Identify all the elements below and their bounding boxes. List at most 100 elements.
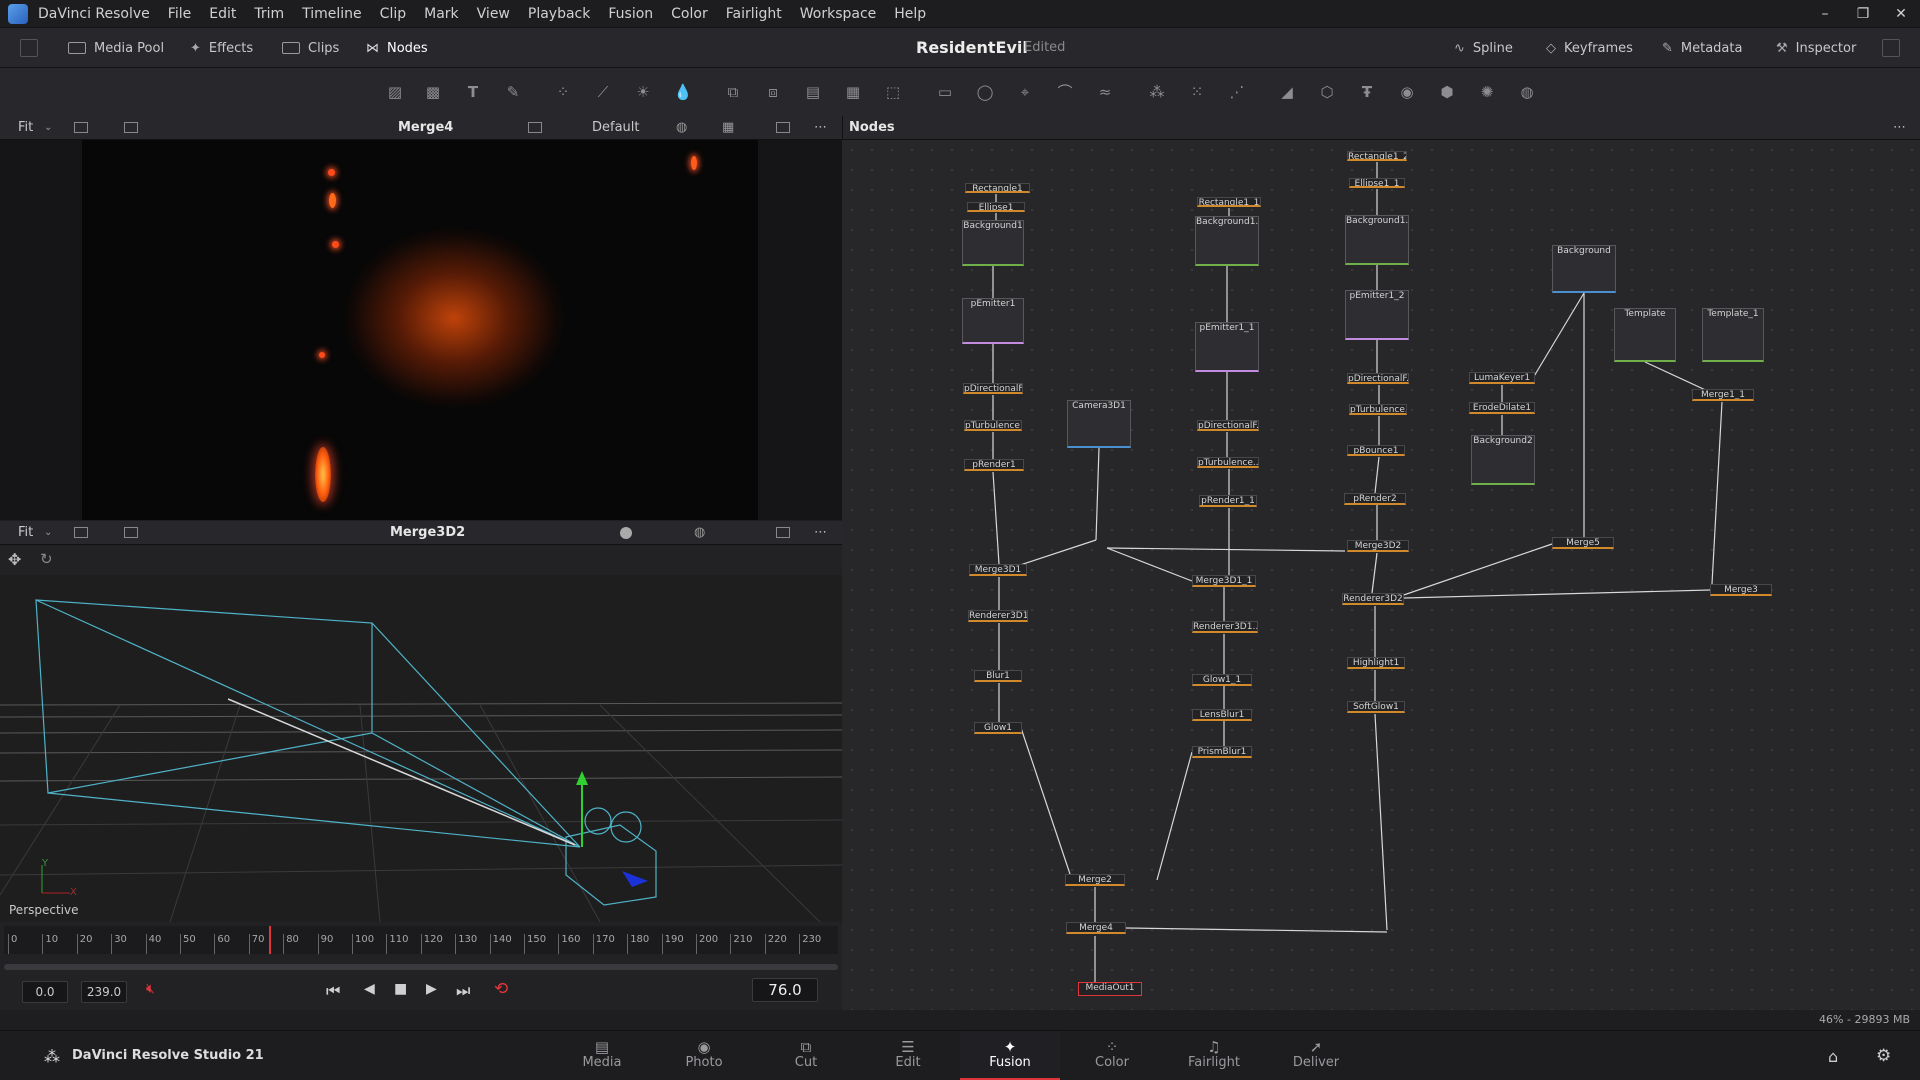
node-28[interactable]: pTurbulence... [1349, 404, 1407, 415]
node-30[interactable]: pRender2 [1344, 493, 1406, 505]
node-5[interactable]: pTurbulence1 [964, 420, 1022, 431]
viewer1-channel-icon[interactable] [74, 122, 88, 133]
node-38[interactable]: Background2 [1471, 435, 1535, 485]
light3d-tool-icon[interactable]: ✺ [1476, 82, 1498, 102]
brightness-tool-icon[interactable]: ☀ [632, 82, 654, 102]
node-6[interactable]: pRender1 [964, 459, 1024, 471]
timeline-scrollbar[interactable] [4, 964, 838, 970]
chevron-down-icon[interactable] [1882, 39, 1900, 57]
shape3d-tool-icon[interactable]: ◢ [1276, 82, 1298, 102]
node-15[interactable]: pDirectionalF... [1197, 420, 1259, 431]
polygon-mask-icon[interactable]: ⌖ [1014, 82, 1036, 102]
node-29[interactable]: pBounce1 [1347, 445, 1405, 456]
node-18[interactable]: Merge3D1_1 [1192, 575, 1256, 587]
node-41[interactable]: Template_1 [1702, 308, 1764, 362]
maximize-icon[interactable]: ❐ [1844, 0, 1882, 28]
close-icon[interactable]: ✕ [1882, 0, 1920, 28]
viewer2-lut-icon[interactable]: ◍ [694, 525, 705, 540]
node-26[interactable]: pEmitter1_2 [1345, 290, 1409, 340]
page-media[interactable]: ▤ Media [552, 1031, 652, 1080]
channel-tool-icon[interactable]: ▤ [802, 82, 824, 102]
viewer1-layout-icon[interactable] [124, 122, 138, 133]
metadata-button[interactable]: ✎ Metadata [1652, 28, 1752, 68]
nodes-button[interactable]: ⋈ Nodes [356, 28, 438, 68]
node-44[interactable]: Merge2 [1065, 874, 1125, 886]
menu-help[interactable]: Help [885, 0, 935, 28]
go-to-end-icon[interactable]: ⏭︎ [456, 981, 470, 1001]
menu-timeline[interactable]: Timeline [293, 0, 371, 28]
node-20[interactable]: Glow1_1 [1192, 674, 1252, 686]
chevron-down-icon[interactable]: ⌄ [44, 122, 52, 133]
play-reverse-icon[interactable]: ◀︎ [364, 981, 375, 997]
particles-tool-icon[interactable]: ⁘ [552, 82, 574, 102]
page-fusion[interactable]: ✦ Fusion [960, 1031, 1060, 1080]
page-edit[interactable]: ☰ Edit [858, 1031, 958, 1080]
page-cut[interactable]: ⧉ Cut [756, 1031, 856, 1080]
move-icon[interactable]: ✥ [8, 550, 21, 569]
node-2[interactable]: Background1 [962, 220, 1024, 266]
clips-button[interactable]: Clips [272, 28, 349, 68]
viewer2-channel-icon[interactable] [74, 527, 88, 538]
node-33[interactable]: Highlight1 [1347, 657, 1405, 669]
viewer1-area[interactable] [0, 140, 842, 520]
viewer1-roi-icon[interactable] [528, 122, 542, 133]
node-35[interactable]: Background [1552, 245, 1616, 293]
viewer2-layout-icon[interactable] [124, 527, 138, 538]
menu-playback[interactable]: Playback [519, 0, 599, 28]
node-42[interactable]: Merge1_1 [1692, 389, 1754, 401]
node-39[interactable]: Merge5 [1552, 537, 1614, 549]
bspline-mask-icon[interactable]: ⌒ [1054, 82, 1076, 102]
ellipse-mask-icon[interactable]: ◯ [974, 82, 996, 102]
viewer2-area[interactable]: Y X Perspective [0, 575, 842, 922]
panel-toggle-icon[interactable] [20, 39, 38, 57]
node-45[interactable]: Merge4 [1066, 922, 1126, 934]
node-25[interactable]: Background1... [1345, 215, 1409, 265]
menu-view[interactable]: View [468, 0, 519, 28]
menu-fairlight[interactable]: Fairlight [717, 0, 791, 28]
node-19[interactable]: Renderer3D1... [1192, 621, 1258, 633]
viewer2-aspect-icon[interactable] [776, 527, 790, 538]
page-photo[interactable]: ◉ Photo [654, 1031, 754, 1080]
resize-tool-icon[interactable]: ⬚ [882, 82, 904, 102]
paint-tool-icon[interactable]: ✎ [502, 82, 524, 102]
node-34[interactable]: SoftGlow1 [1347, 701, 1405, 713]
rotate-icon[interactable]: ↻ [40, 550, 53, 568]
node-1[interactable]: Ellipse1 [967, 202, 1025, 212]
camera3d-tool-icon[interactable]: ◉ [1396, 82, 1418, 102]
node-editor[interactable]: Rectangle1 Ellipse1 Background1 pEmitter1 pD… [842, 140, 1920, 1010]
node-40[interactable]: Template [1614, 308, 1676, 362]
viewer1-aspect-icon[interactable] [776, 122, 790, 133]
curves-tool-icon[interactable]: ⟋ [592, 82, 614, 102]
go-to-start-icon[interactable]: ⏮︎ [326, 981, 340, 1001]
time-ruler[interactable]: 0 10 20 30 40 50 60 70 80 90 100 110 120 130 140 150 160… [4, 926, 838, 954]
viewer1-zoom[interactable]: Fit [18, 120, 33, 135]
node-7[interactable]: Merge3D1 [969, 564, 1027, 576]
menu-color[interactable]: Color [662, 0, 717, 28]
node-36[interactable]: LumaKeyer1 [1469, 372, 1535, 384]
page-fairlight[interactable]: ♫ Fairlight [1164, 1031, 1264, 1080]
viewer1-lut-icon[interactable]: ◍ [676, 120, 687, 135]
viewer2-more-icon[interactable]: ⋯ [814, 525, 827, 540]
node-14[interactable]: pEmitter1_1 [1195, 322, 1259, 372]
playhead[interactable] [269, 926, 272, 954]
menu-edit[interactable]: Edit [200, 0, 245, 28]
renderer3d-tool-icon[interactable]: ◍ [1516, 82, 1538, 102]
blur-tool-icon[interactable]: 💧 [672, 82, 694, 102]
rectangle-mask-icon[interactable]: ▭ [934, 82, 956, 102]
viewer2-zoom[interactable]: Fit [18, 525, 33, 540]
start-frame-field[interactable]: 0.0 [22, 981, 68, 1003]
node-9[interactable]: Blur1 [974, 670, 1022, 682]
inspector-button[interactable]: ⚒ Inspector [1766, 28, 1866, 68]
effects-button[interactable]: ✦ Effects [180, 28, 263, 68]
chevron-down-icon[interactable]: ⌄ [44, 527, 52, 538]
node-11[interactable]: Camera3D1 [1067, 400, 1131, 448]
node-16[interactable]: pTurbulence... [1197, 457, 1259, 468]
node-24[interactable]: Ellipse1_1 [1349, 178, 1405, 188]
end-frame-field[interactable]: 239.0 [81, 981, 127, 1003]
keyframes-button[interactable]: ◇ Keyframes [1536, 28, 1643, 68]
stop-icon[interactable]: ■ [394, 981, 407, 997]
mute-icon[interactable]: 🔇︎ [146, 981, 155, 997]
node-10[interactable]: Glow1 [974, 722, 1022, 734]
spline-button[interactable]: ∿ Spline [1444, 28, 1523, 68]
gear-icon[interactable]: ⚙ [1876, 1046, 1891, 1066]
